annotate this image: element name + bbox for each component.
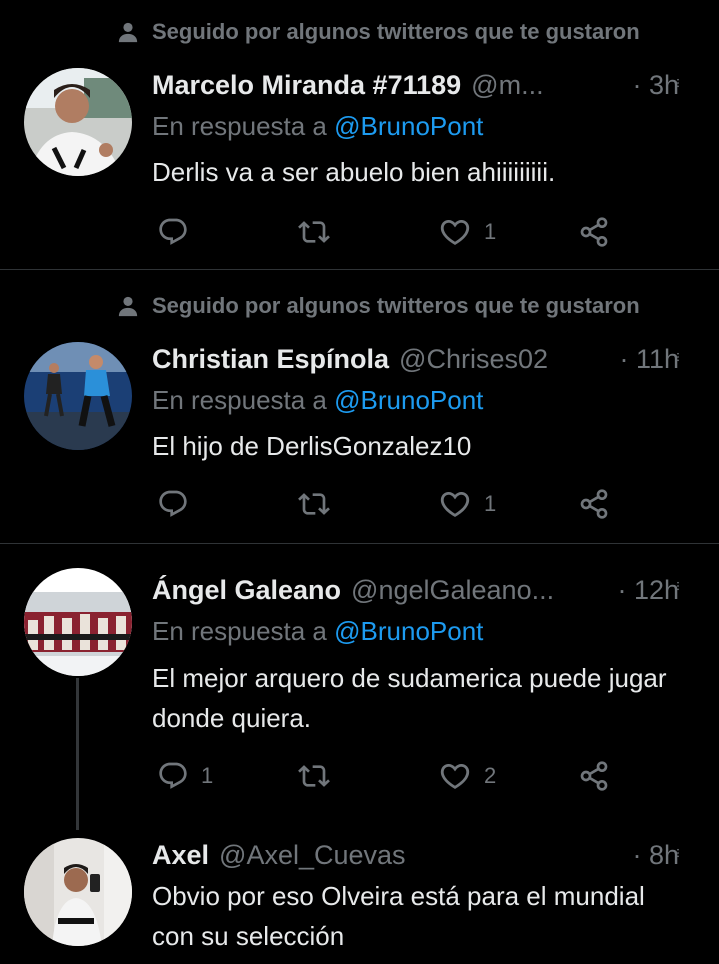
divider xyxy=(0,543,719,544)
reply-icon xyxy=(157,216,189,248)
display-name[interactable]: Marcelo Miranda #71189 xyxy=(152,70,461,101)
like-icon xyxy=(438,215,472,249)
share-button[interactable] xyxy=(578,484,610,524)
divider xyxy=(0,269,719,270)
share-icon xyxy=(578,216,610,248)
more-options-icon[interactable] xyxy=(663,838,693,868)
person-icon xyxy=(104,19,152,45)
tweet-text: El hijo de DerlisGonzalez10 xyxy=(152,431,472,461)
share-icon xyxy=(578,488,610,520)
reply-to-label: En respuesta a xyxy=(152,616,327,646)
reply-context: En respuesta a @BrunoPont xyxy=(152,616,483,647)
share-button[interactable] xyxy=(578,756,610,796)
reply-icon xyxy=(157,760,189,792)
retweet-icon xyxy=(298,760,330,792)
username[interactable]: @m... xyxy=(471,70,543,101)
reply-to-label: En respuesta a xyxy=(152,111,327,141)
avatar[interactable] xyxy=(24,838,132,946)
action-bar: 1 2 xyxy=(152,756,632,796)
reply-context: En respuesta a @BrunoPont xyxy=(152,385,483,416)
share-button[interactable] xyxy=(578,212,610,252)
person-icon xyxy=(104,293,152,319)
tweet-header: Axel @Axel_Cuevas · 8h xyxy=(152,837,679,873)
reply-button[interactable] xyxy=(157,484,201,524)
username[interactable]: @Chrises02 xyxy=(399,344,548,375)
retweet-icon xyxy=(298,488,330,520)
tweet-header: Christian Espínola @Chrises02 · 11h xyxy=(152,341,679,377)
reply-icon xyxy=(157,488,189,520)
mention-link[interactable]: @BrunoPont xyxy=(334,385,483,415)
reply-count: 1 xyxy=(201,763,214,788)
tweet-text: Derlis va a ser abuelo bien ahiiiiiiiii. xyxy=(152,157,556,187)
retweet-button[interactable] xyxy=(298,484,330,524)
share-icon xyxy=(578,760,610,792)
avatar[interactable] xyxy=(24,68,132,176)
like-count: 1 xyxy=(484,219,497,244)
tweet-text: El mejor arquero de sudamerica puede jug… xyxy=(152,663,667,733)
social-context: Seguido por algunos twitteros que te gus… xyxy=(104,291,640,321)
like-count: 2 xyxy=(484,763,497,788)
action-bar: 1 xyxy=(152,212,632,252)
reply-context: En respuesta a @BrunoPont xyxy=(152,111,483,142)
tweet-header: Marcelo Miranda #71189 @m... · 3h xyxy=(152,67,679,103)
tweet-header: Ángel Galeano @ngelGaleano... · 12h xyxy=(152,572,679,608)
reply-button[interactable]: 1 xyxy=(157,756,213,796)
mention-link[interactable]: @BrunoPont xyxy=(334,616,483,646)
reply-to-label: En respuesta a xyxy=(152,385,327,415)
thread-line xyxy=(76,678,79,830)
more-options-icon[interactable] xyxy=(663,571,693,601)
reply-button[interactable] xyxy=(157,212,201,252)
retweet-button[interactable] xyxy=(298,756,330,796)
retweet-button[interactable] xyxy=(298,212,330,252)
social-context-text: Seguido por algunos twitteros que te gus… xyxy=(152,19,640,44)
social-context-text: Seguido por algunos twitteros que te gus… xyxy=(152,293,640,318)
social-context: Seguido por algunos twitteros que te gus… xyxy=(104,17,640,47)
like-button[interactable]: 2 xyxy=(438,756,496,796)
like-icon xyxy=(438,759,472,793)
like-button[interactable]: 1 xyxy=(438,484,496,524)
more-options-icon[interactable] xyxy=(663,342,693,372)
avatar[interactable] xyxy=(24,568,132,676)
avatar[interactable] xyxy=(24,342,132,450)
like-count: 1 xyxy=(484,491,497,516)
display-name[interactable]: Axel xyxy=(152,840,209,871)
like-icon xyxy=(438,487,472,521)
more-options-icon[interactable] xyxy=(663,68,693,98)
display-name[interactable]: Ángel Galeano xyxy=(152,575,341,606)
username[interactable]: @Axel_Cuevas xyxy=(219,840,406,871)
action-bar: 1 xyxy=(152,484,632,524)
tweet-text: Obvio por eso Olveira está para el mundi… xyxy=(152,881,645,951)
mention-link[interactable]: @BrunoPont xyxy=(334,111,483,141)
retweet-icon xyxy=(298,216,330,248)
like-button[interactable]: 1 xyxy=(438,212,496,252)
username[interactable]: @ngelGaleano... xyxy=(351,575,554,606)
display-name[interactable]: Christian Espínola xyxy=(152,344,389,375)
